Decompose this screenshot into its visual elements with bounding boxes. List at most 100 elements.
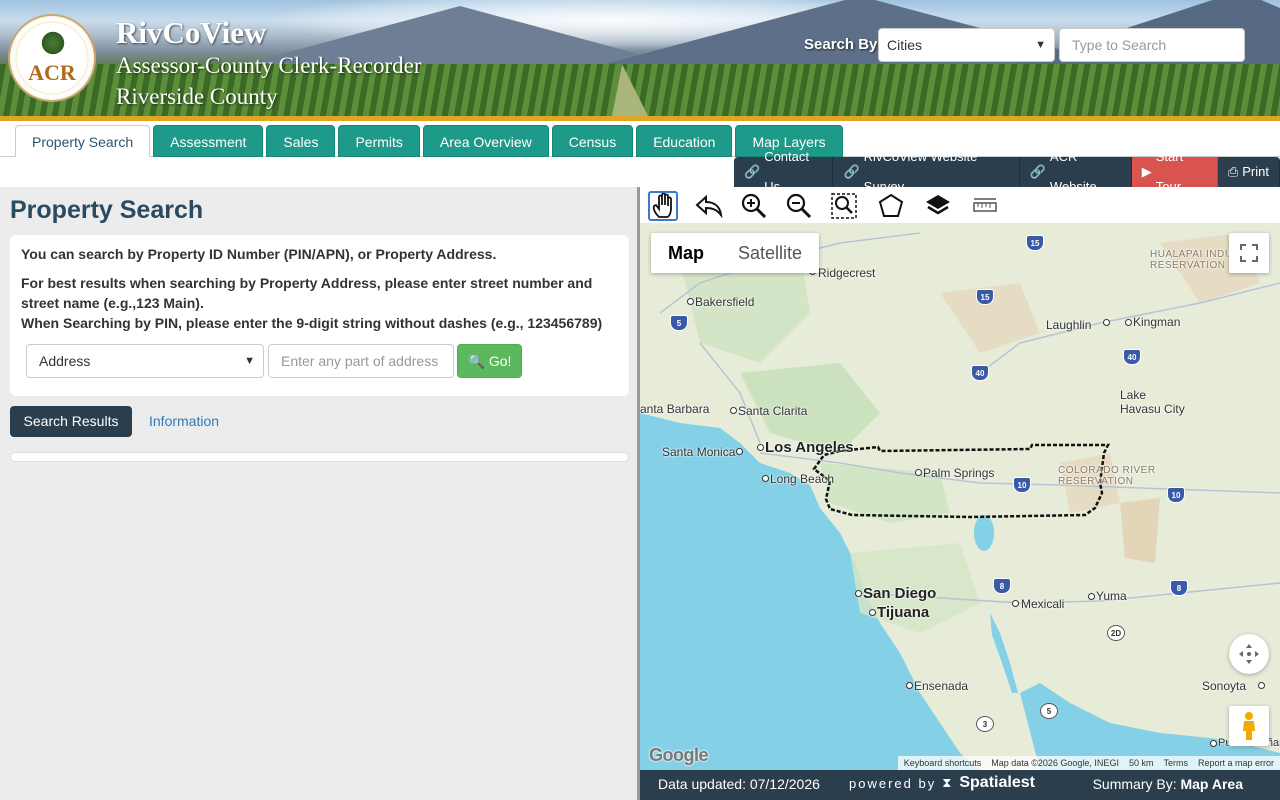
search-card: You can search by Property ID Number (PI…	[10, 235, 629, 396]
chevron-down-icon: ▼	[1035, 39, 1046, 51]
tab-sales[interactable]: Sales	[266, 125, 336, 157]
play-icon: ▶	[1141, 164, 1152, 179]
search-by-label: Search By:	[804, 36, 883, 53]
map-label-colorado-river: COLORADO RIVER RESERVATION	[1058, 465, 1156, 487]
tab-area-overview[interactable]: Area Overview	[422, 125, 549, 157]
map-type-control: Map Satellite	[651, 233, 820, 273]
acr-logo[interactable]: ACR	[8, 14, 96, 102]
map-label-santa-clarita: Santa Clarita	[738, 404, 808, 418]
search-mode-select[interactable]: Address ▼	[26, 344, 264, 378]
measure-ruler-icon[interactable]	[970, 191, 1000, 221]
city-dot	[1258, 682, 1265, 689]
site-title: RivCoView	[116, 15, 267, 50]
map-type-map-button[interactable]: Map	[651, 233, 721, 273]
link-icon: 🔗	[1029, 164, 1046, 179]
palm-tree-icon	[40, 30, 66, 56]
map-label-ridgecrest: Ridgecrest	[818, 266, 876, 280]
map-label-long-beach: Long Beach	[770, 472, 835, 486]
summary-by-value[interactable]: Map Area	[1180, 776, 1243, 792]
search-results-tab[interactable]: Search Results	[10, 406, 132, 437]
link-icon: 🔗	[744, 164, 761, 179]
undo-icon[interactable]	[694, 191, 724, 221]
map-label-ensenada: Ensenada	[914, 679, 969, 693]
main-tabs: Property Search Assessment Sales Permits…	[15, 125, 843, 157]
zoom-out-icon[interactable]	[784, 191, 814, 221]
acr-website-link[interactable]: 🔗 ACR Website	[1019, 149, 1132, 194]
tab-education[interactable]: Education	[636, 125, 733, 157]
terms-link[interactable]: Terms	[1163, 756, 1188, 770]
header-accent-strip	[0, 116, 1280, 121]
map-label-laughlin: Laughlin	[1046, 318, 1092, 332]
banner-road	[612, 64, 648, 116]
interstate-8-shield: 8	[1170, 580, 1188, 596]
link-icon: 🔗	[843, 164, 860, 179]
map-label-bakersfield: Bakersfield	[695, 295, 755, 309]
global-search-input[interactable]: Type to Search	[1059, 28, 1245, 62]
city-dot	[730, 407, 737, 414]
search-intro: You can search by Property ID Number (PI…	[21, 246, 497, 262]
search-by-select[interactable]: Cities ▼	[878, 28, 1055, 62]
zoom-in-icon[interactable]	[739, 191, 769, 221]
print-label: Print	[1242, 164, 1269, 179]
print-button[interactable]: ⎙ Print	[1217, 157, 1280, 187]
google-logo: Google	[649, 745, 709, 765]
zoom-extent-icon[interactable]	[829, 191, 859, 221]
fullscreen-icon	[1240, 244, 1258, 262]
fullscreen-button[interactable]	[1229, 233, 1269, 273]
start-tour-button[interactable]: ▶ Start Tour	[1131, 149, 1218, 194]
contact-us-link[interactable]: 🔗 Contact Us	[734, 149, 834, 194]
address-input[interactable]: Enter any part of address	[268, 344, 454, 378]
tab-property-search[interactable]: Property Search	[15, 125, 151, 157]
layers-icon[interactable]	[923, 191, 953, 221]
map-toolbar	[640, 187, 1280, 223]
powered-by-text: powered by	[849, 775, 937, 791]
toolbar-links: 🔗 Contact Us 🔗 RivCoView Website Survey …	[734, 149, 1280, 194]
map-view[interactable]: 15 15 5 40 40 10 10 8 8 5 3 2D Ridgecres…	[640, 223, 1280, 770]
information-tab[interactable]: Information	[149, 413, 219, 429]
map-label-santa-monica: Santa Monica	[662, 445, 736, 459]
results-container	[10, 452, 629, 462]
highway-2d-shield: 2D	[1107, 625, 1125, 641]
logo-text: ACR	[28, 60, 76, 85]
data-updated-text: Data updated: 07/12/2026	[658, 776, 820, 792]
tab-census[interactable]: Census	[551, 125, 634, 157]
camera-control-button[interactable]	[1229, 634, 1269, 674]
interstate-40-shield: 40	[1123, 349, 1141, 365]
map-label-mexicali: Mexicali	[1021, 597, 1065, 611]
summary-by-label: Summary By:	[1092, 776, 1177, 792]
keyboard-shortcuts-link[interactable]: Keyboard shortcuts	[904, 756, 982, 770]
city-dot	[736, 448, 743, 455]
city-dot	[855, 590, 862, 597]
report-error-link[interactable]: Report a map error	[1198, 756, 1274, 770]
map-label-colorado-river-line2: RESERVATION	[1058, 476, 1134, 487]
interstate-10-shield: 10	[1013, 477, 1031, 493]
map-label-lake-havasu: Lake Havasu City	[1120, 388, 1185, 416]
map-type-satellite-button[interactable]: Satellite	[721, 233, 819, 273]
map-data-text: Map data ©2026 Google, INEGI	[991, 758, 1119, 768]
polygon-select-icon[interactable]	[876, 191, 906, 221]
powered-by: powered by ⧗ Spatialest	[849, 774, 1035, 792]
scale-bar[interactable]: 50 km	[1129, 756, 1154, 770]
website-survey-link[interactable]: 🔗 RivCoView Website Survey	[833, 149, 1020, 194]
street-view-pegman-button[interactable]	[1229, 706, 1269, 746]
tab-assessment[interactable]: Assessment	[153, 125, 264, 157]
go-button[interactable]: 🔍 Go!	[457, 344, 522, 378]
city-dot	[757, 444, 764, 451]
go-label: Go!	[488, 353, 512, 369]
chevron-down-icon: ▼	[244, 355, 255, 367]
pan-arrows-icon	[1239, 644, 1259, 664]
interstate-15-shield: 15	[976, 289, 994, 305]
map-label-sonoyta: Sonoyta	[1202, 679, 1247, 693]
map-label-tijuana: Tijuana	[877, 604, 930, 621]
city-dot	[869, 609, 876, 616]
map-label-santa-barbara: anta Barbara	[640, 402, 710, 416]
highway-3-shield: 3	[976, 716, 994, 732]
city-dot	[1088, 593, 1095, 600]
pan-hand-icon[interactable]	[648, 191, 678, 221]
city-dot	[1125, 319, 1132, 326]
map-label-colorado-river-line1: COLORADO RIVER	[1058, 465, 1156, 476]
panel-heading: Property Search	[10, 196, 204, 224]
highway-5-shield: 5	[1040, 703, 1058, 719]
map-label-yuma: Yuma	[1096, 589, 1127, 603]
tab-permits[interactable]: Permits	[338, 125, 420, 157]
